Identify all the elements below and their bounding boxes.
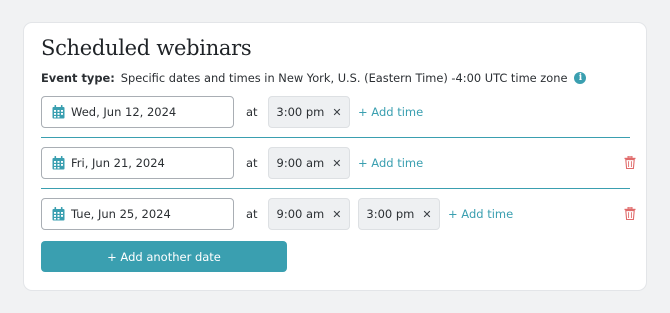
calendar-icon: [52, 105, 65, 119]
add-time-link[interactable]: + Add time: [448, 207, 513, 221]
time-value: 3:00 pm: [366, 207, 415, 221]
close-icon[interactable]: ✕: [332, 157, 341, 170]
trash-icon[interactable]: [624, 207, 636, 220]
event-type-value: Specific dates and times in New York, U.…: [120, 71, 568, 85]
calendar-icon: [52, 207, 65, 221]
date-row: Wed, Jun 12, 2024 at 3:00 pm ✕ + Add tim…: [41, 96, 631, 128]
event-type-label: Event type:: [41, 71, 115, 85]
date-row: Fri, Jun 21, 2024 at 9:00 am ✕ + Add tim…: [41, 147, 636, 179]
time-value: 9:00 am: [276, 207, 325, 221]
scheduled-webinars-card: Scheduled webinars Event type: Specific …: [23, 22, 647, 291]
calendar-icon: [52, 156, 65, 170]
date-row: Tue, Jun 25, 2024 at 9:00 am ✕ 3:00 pm ✕…: [41, 198, 636, 230]
row-divider: [41, 137, 630, 138]
add-time-link[interactable]: + Add time: [358, 156, 423, 170]
at-label: at: [246, 105, 258, 119]
row-divider: [41, 188, 630, 189]
add-time-link[interactable]: + Add time: [358, 105, 423, 119]
time-value: 3:00 pm: [276, 105, 325, 119]
date-value: Wed, Jun 12, 2024: [71, 105, 177, 119]
date-picker-field[interactable]: Wed, Jun 12, 2024: [41, 96, 234, 128]
time-chip[interactable]: 9:00 am ✕: [268, 147, 350, 179]
date-picker-field[interactable]: Fri, Jun 21, 2024: [41, 147, 234, 179]
time-chip[interactable]: 3:00 pm ✕: [358, 198, 440, 230]
close-icon[interactable]: ✕: [332, 106, 341, 119]
time-chip[interactable]: 3:00 pm ✕: [268, 96, 350, 128]
trash-icon[interactable]: [624, 156, 636, 169]
time-chip[interactable]: 9:00 am ✕: [268, 198, 350, 230]
page-title: Scheduled webinars: [41, 36, 252, 60]
close-icon[interactable]: ✕: [332, 208, 341, 221]
add-another-date-button[interactable]: + Add another date: [41, 241, 287, 272]
event-type-line: Event type: Specific dates and times in …: [41, 71, 587, 85]
close-icon[interactable]: ✕: [422, 208, 431, 221]
date-value: Tue, Jun 25, 2024: [71, 207, 171, 221]
at-label: at: [246, 207, 258, 221]
at-label: at: [246, 156, 258, 170]
time-value: 9:00 am: [276, 156, 325, 170]
date-picker-field[interactable]: Tue, Jun 25, 2024: [41, 198, 234, 230]
info-icon[interactable]: i: [574, 72, 587, 84]
date-value: Fri, Jun 21, 2024: [71, 156, 165, 170]
